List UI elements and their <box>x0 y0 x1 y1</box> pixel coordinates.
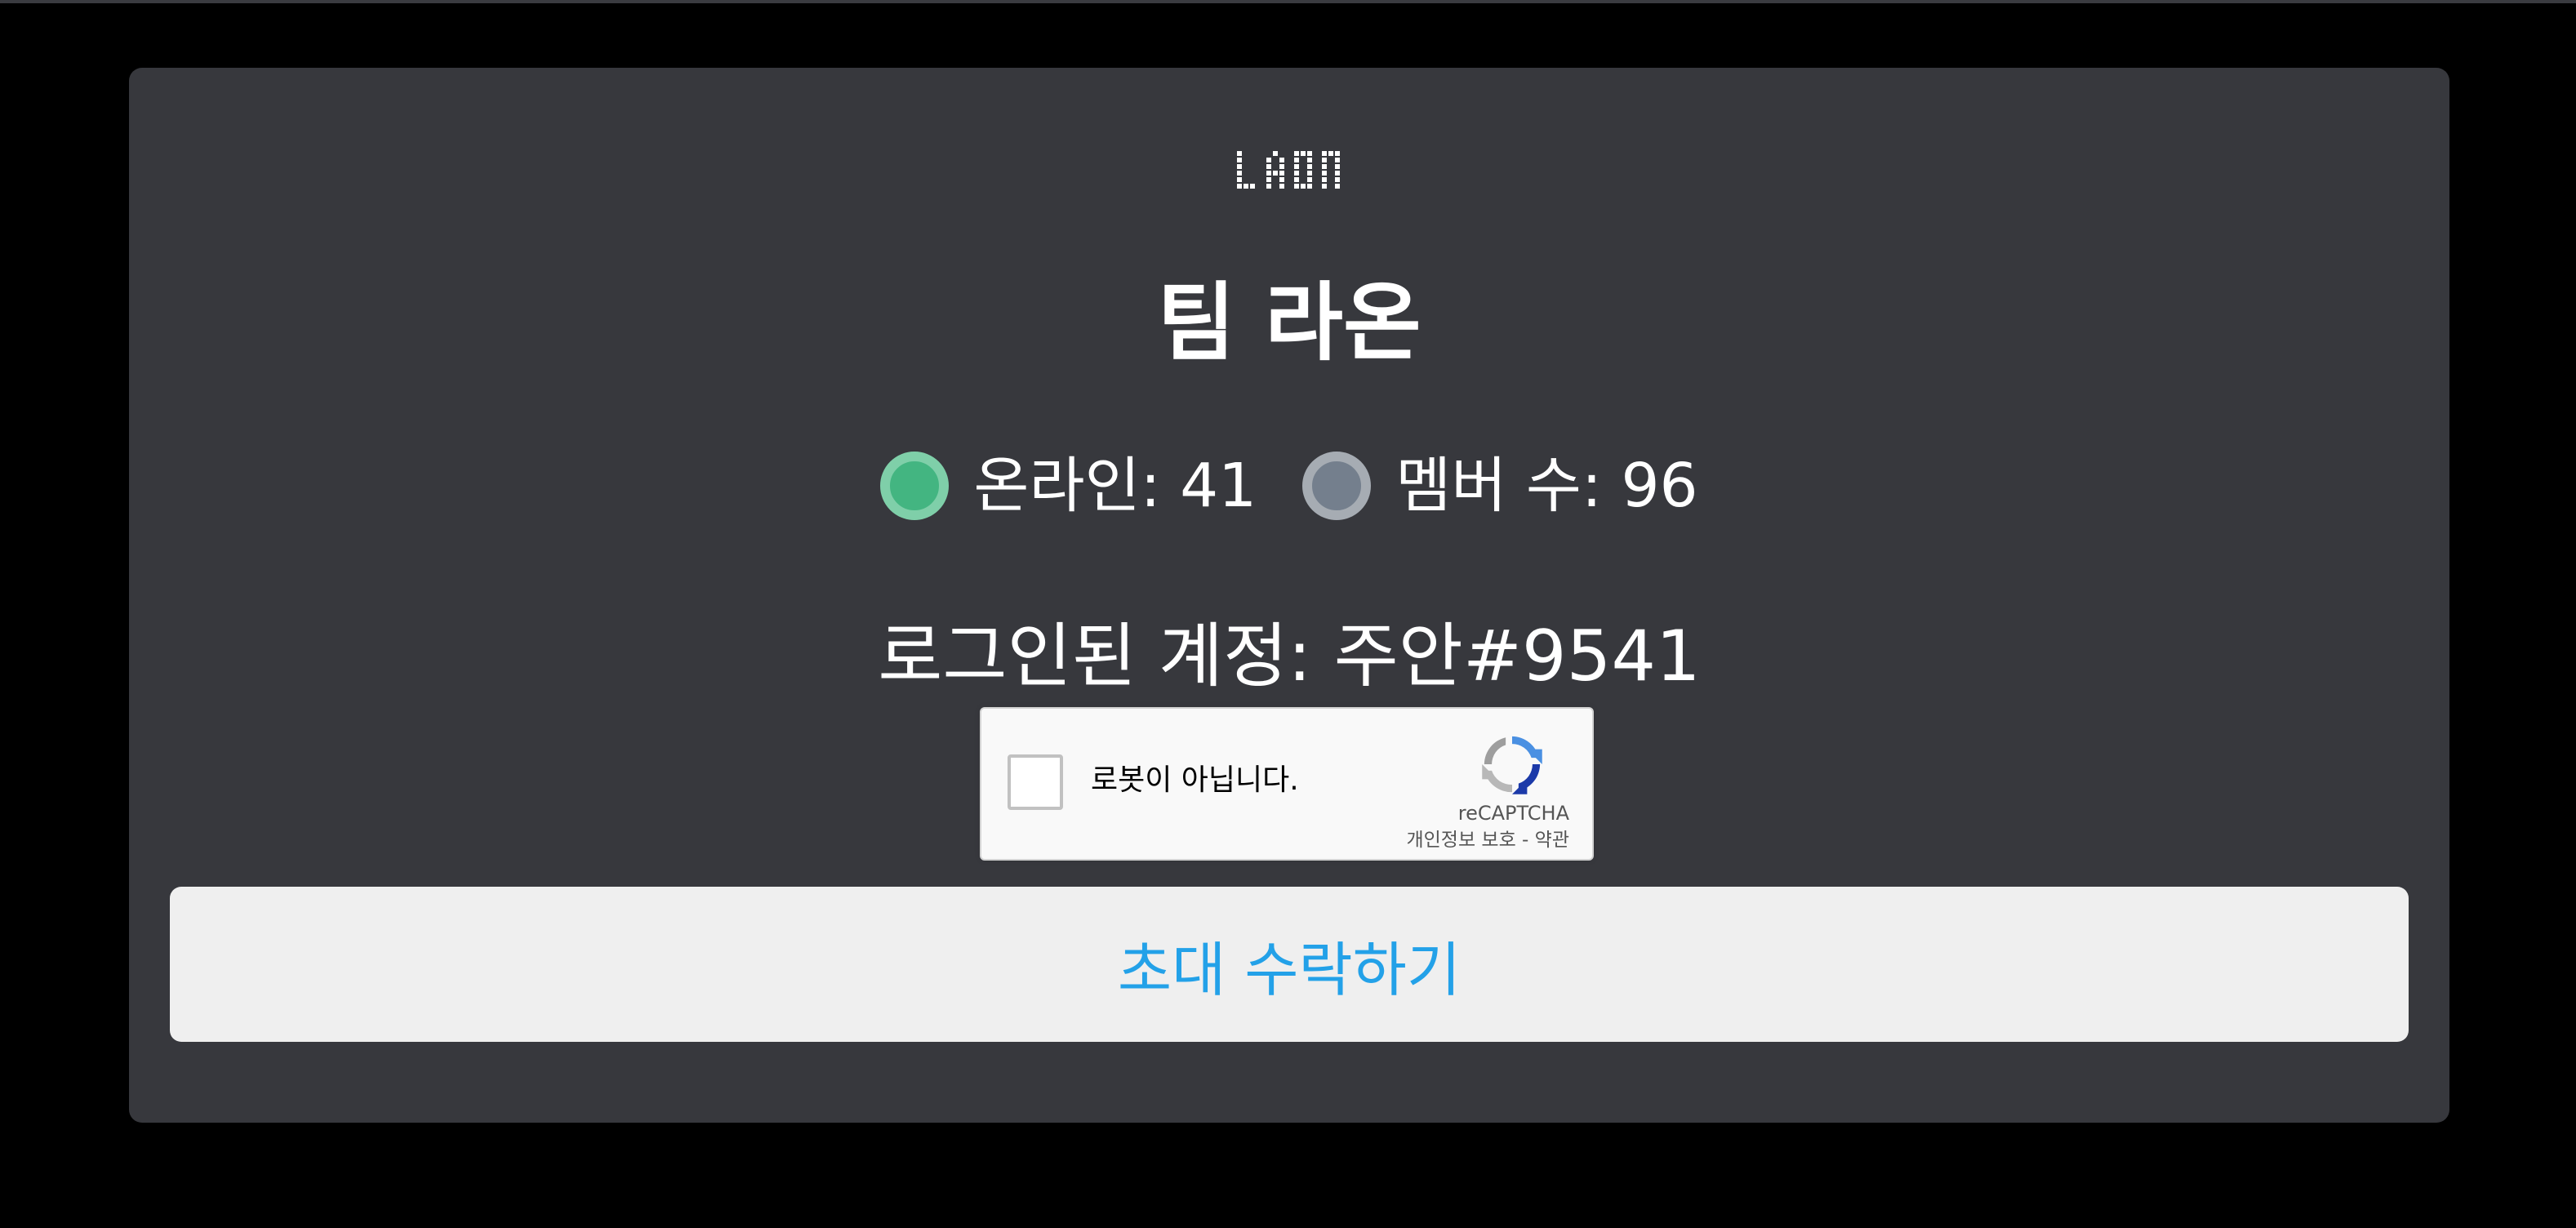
logged-in-account: 로그인된 계정: 주안#9541 <box>878 616 1701 697</box>
member-count-label: 멤버 수: 96 <box>1395 451 1698 521</box>
recaptcha-widget: 로봇이 아닙니다. reCAPTCHA 개인정보 보호 - 약관 <box>980 707 1594 861</box>
member-count: 멤버 수: 96 <box>1302 451 1698 521</box>
online-status-dot-icon <box>880 452 950 520</box>
top-border <box>0 0 2576 3</box>
online-count-label: 온라인: 41 <box>973 451 1257 521</box>
recaptcha-checkbox[interactable] <box>1008 754 1063 810</box>
team-logo <box>129 148 2449 190</box>
accept-invite-button-label: 초대 수락하기 <box>1117 935 1462 1004</box>
invite-card: 팀 라온 온라인: 41 멤버 수: 96 로그인된 계정: 주안#9541 로… <box>129 68 2449 1123</box>
recaptcha-link-separator: - <box>1515 830 1535 851</box>
recaptcha-logo-icon <box>1482 736 1542 794</box>
laon-logo-icon <box>1237 151 1340 189</box>
team-name: 팀 라온 <box>1157 273 1421 372</box>
accept-invite-button[interactable]: 초대 수락하기 <box>170 887 2409 1042</box>
member-status-dot-icon <box>1302 452 1372 520</box>
team-stats: 온라인: 41 멤버 수: 96 <box>129 452 2449 520</box>
recaptcha-checkbox-label: 로봇이 아닙니다. <box>1091 763 1299 797</box>
recaptcha-privacy-link[interactable]: 개인정보 보호 <box>1406 830 1515 851</box>
recaptcha-links: 개인정보 보호 - 약관 <box>1406 831 1569 850</box>
recaptcha-brand: reCAPTCHA <box>1457 802 1569 825</box>
online-count: 온라인: 41 <box>880 452 1257 520</box>
recaptcha-terms-link[interactable]: 약관 <box>1535 830 1569 851</box>
